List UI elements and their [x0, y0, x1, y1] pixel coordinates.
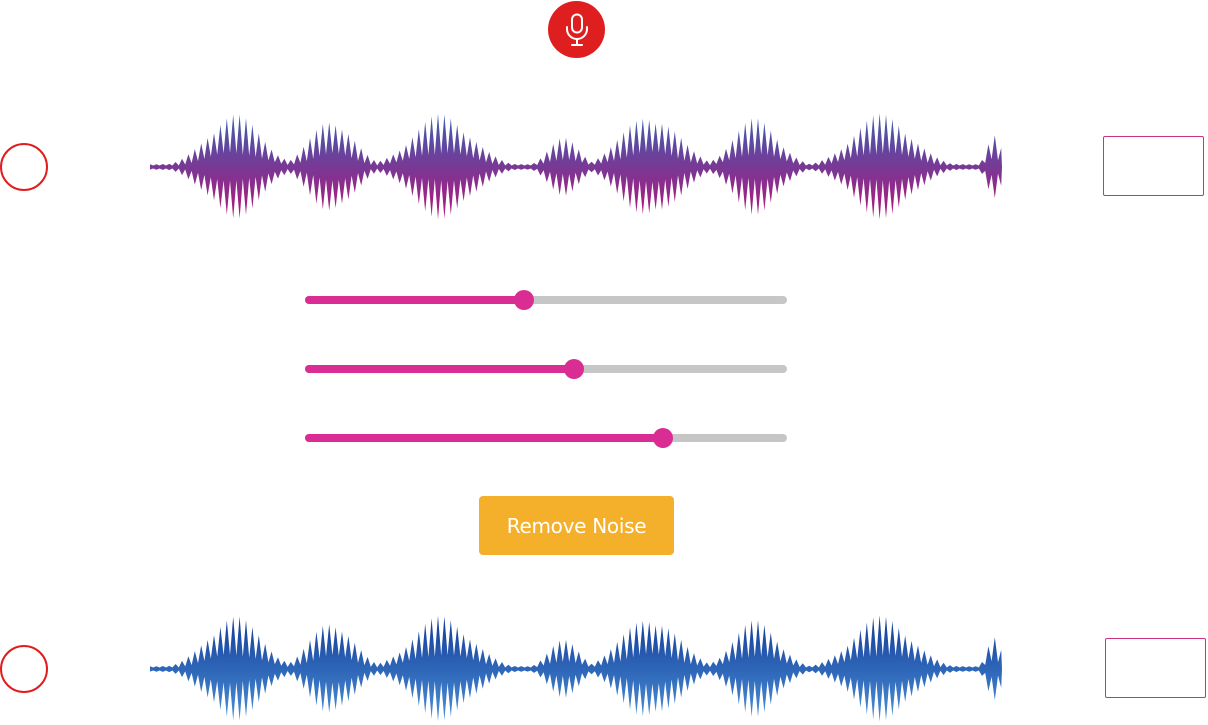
noise-slider-3[interactable] [305, 428, 787, 448]
record-mic-button[interactable] [548, 1, 605, 58]
input-value-box[interactable] [1103, 136, 1204, 196]
slider-fill [305, 365, 574, 373]
noise-slider-2[interactable] [305, 359, 787, 379]
output-waveform [150, 615, 1002, 722]
input-waveform [150, 113, 1002, 220]
slider-thumb[interactable] [652, 428, 673, 448]
slider-thumb[interactable] [563, 359, 584, 379]
noise-slider-1[interactable] [305, 290, 787, 310]
slider-fill [305, 296, 525, 304]
waveform-shape [150, 113, 1002, 220]
output-value-box[interactable] [1105, 638, 1206, 698]
slider-fill [305, 434, 663, 442]
output-play-button[interactable] [0, 645, 48, 693]
input-play-button[interactable] [0, 143, 48, 191]
slider-thumb[interactable] [514, 290, 535, 310]
microphone-icon [565, 13, 588, 46]
waveform-shape [150, 615, 1002, 722]
remove-noise-button[interactable]: Remove Noise [479, 496, 674, 555]
